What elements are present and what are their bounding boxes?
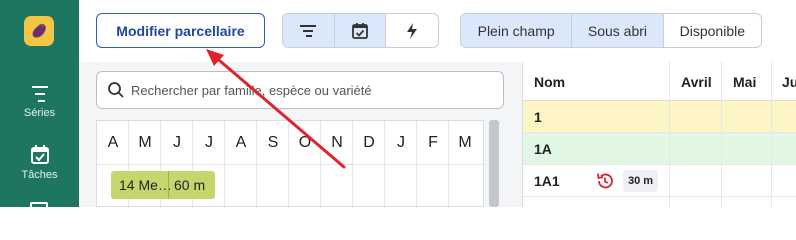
filter-view-button[interactable] bbox=[283, 14, 335, 47]
culture-length: 60 m bbox=[174, 177, 206, 193]
sidebar-item-taches[interactable]: Tâches bbox=[0, 144, 79, 181]
month-label: J bbox=[173, 133, 181, 151]
grid-header: Nom Avril Mai Ju bbox=[523, 62, 796, 101]
history-icon[interactable] bbox=[595, 171, 615, 191]
column-divider bbox=[721, 62, 722, 207]
calendar-check-icon bbox=[352, 22, 368, 39]
column-header-nom[interactable]: Nom bbox=[534, 62, 565, 101]
month-label: M bbox=[138, 133, 152, 151]
month-label: J bbox=[205, 133, 213, 151]
month-label: O bbox=[298, 133, 312, 151]
filter-lines-icon bbox=[300, 24, 317, 37]
culture-name: 14 Me… bbox=[119, 177, 172, 193]
calendar-view-button[interactable] bbox=[334, 14, 387, 47]
month-label: J bbox=[397, 133, 405, 151]
sidebar-item-label: Tâches bbox=[21, 169, 58, 181]
column-header-mai[interactable]: Mai bbox=[733, 62, 756, 101]
search-placeholder: Rechercher par famille, espèce ou variét… bbox=[131, 82, 372, 98]
filter-sous-abri[interactable]: Sous abri bbox=[572, 14, 664, 47]
eggplant-icon bbox=[32, 23, 46, 38]
sidebar: Séries Tâches bbox=[0, 0, 79, 210]
filter-disponible[interactable]: Disponible bbox=[664, 14, 761, 47]
table-row[interactable]: 1 bbox=[523, 101, 796, 133]
app-logo[interactable] bbox=[24, 16, 54, 46]
sidebar-item-label: Séries bbox=[23, 107, 56, 119]
search-input[interactable]: Rechercher par famille, espèce ou variét… bbox=[96, 71, 504, 109]
series-icon bbox=[31, 86, 48, 102]
month-label: A bbox=[235, 133, 247, 151]
length-badge: 30 m bbox=[623, 170, 659, 192]
calendar-check-icon bbox=[30, 145, 49, 164]
month-label: N bbox=[331, 133, 343, 151]
culture-bar[interactable]: 14 Me… 60 m bbox=[111, 171, 215, 199]
view-toggle-group bbox=[282, 13, 439, 48]
filter-plein-champ[interactable]: Plein champ bbox=[461, 14, 573, 47]
column-header-avril[interactable]: Avril bbox=[681, 62, 712, 101]
sidebar-item-partial-icon[interactable] bbox=[30, 202, 48, 210]
row-name: 1 bbox=[534, 109, 542, 125]
toolbar: Modifier parcellaire Plein champ Sous ab… bbox=[79, 0, 796, 62]
month-calendar: A M J J A S O N D J F M 14 Me… 60 m bbox=[96, 120, 485, 208]
month-label: M bbox=[458, 133, 472, 151]
month-label: D bbox=[363, 133, 375, 151]
row-name: 1A bbox=[534, 141, 552, 157]
culture-divider bbox=[168, 171, 169, 199]
row-name: 1A1 bbox=[534, 173, 560, 189]
table-row[interactable]: 1A bbox=[523, 133, 796, 165]
quick-actions-button[interactable] bbox=[386, 14, 438, 47]
column-header-juin[interactable]: Ju bbox=[782, 62, 796, 101]
location-filter-group: Plein champ Sous abri Disponible bbox=[460, 13, 762, 48]
vertical-scrollbar[interactable] bbox=[489, 120, 499, 207]
modify-parcellaire-button[interactable]: Modifier parcellaire bbox=[96, 13, 265, 48]
sidebar-item-series[interactable]: Séries bbox=[0, 84, 79, 119]
month-label: A bbox=[107, 133, 119, 151]
crop-panel: Rechercher par famille, espèce ou variét… bbox=[79, 62, 522, 208]
month-label: S bbox=[267, 133, 279, 151]
lightning-icon bbox=[407, 22, 418, 39]
parcel-grid: Nom Avril Mai Ju 1 1A 1A1 30 m bbox=[522, 62, 796, 207]
column-divider bbox=[669, 62, 670, 207]
app-root: Séries Tâches Modifier parcellaire Plein… bbox=[0, 0, 796, 210]
month-label: F bbox=[428, 133, 438, 151]
search-icon bbox=[108, 82, 124, 98]
table-row[interactable]: 1A1 30 m bbox=[523, 165, 796, 197]
column-divider bbox=[771, 62, 772, 207]
